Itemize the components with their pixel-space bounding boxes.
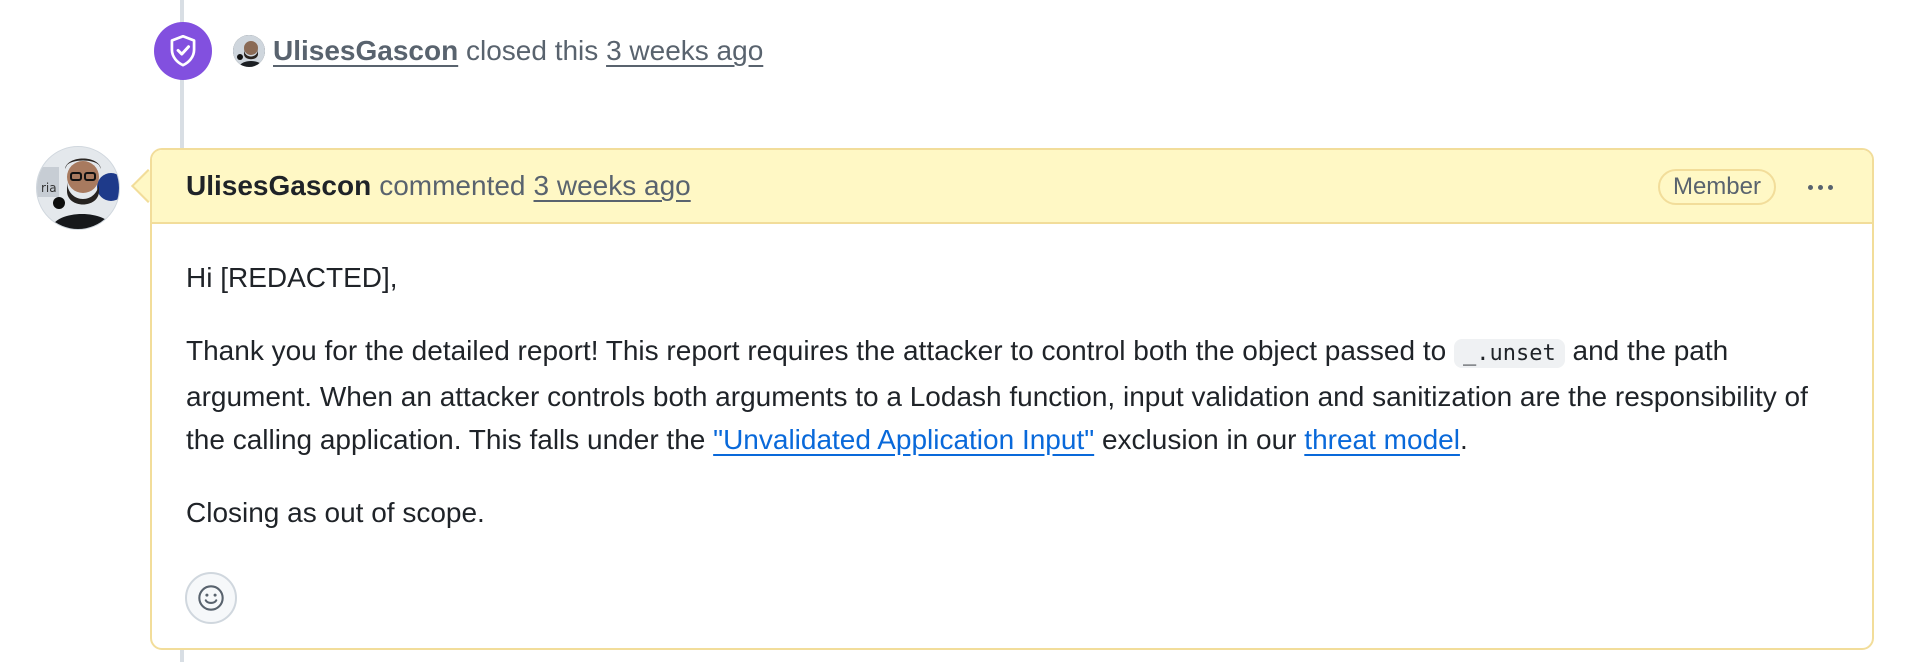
paragraph-text: Thank you for the detailed report! This … bbox=[186, 335, 1447, 366]
closed-event-text: UlisesGascon closed this 3 weeks ago bbox=[273, 35, 763, 67]
comment-card: UlisesGascon commented 3 weeks ago Membe… bbox=[150, 148, 1874, 650]
comment-author-link[interactable]: UlisesGascon bbox=[186, 170, 371, 202]
threat-model-link[interactable]: threat model bbox=[1304, 424, 1460, 455]
kebab-menu-icon[interactable] bbox=[1800, 170, 1840, 204]
comment-header: UlisesGascon commented 3 weeks ago Membe… bbox=[152, 150, 1872, 224]
event-action: closed this bbox=[465, 35, 599, 66]
inline-code: _.unset bbox=[1454, 339, 1565, 368]
paragraph-end: . bbox=[1459, 424, 1468, 455]
role-badge: Member bbox=[1657, 169, 1776, 205]
svg-text:ria: ria bbox=[41, 181, 57, 195]
shield-check-icon bbox=[154, 22, 212, 80]
unvalidated-input-link[interactable]: "Unvalidated Application Input" bbox=[713, 424, 1094, 455]
event-time-link[interactable]: 3 weeks ago bbox=[606, 35, 763, 66]
closed-event: UlisesGascon closed this 3 weeks ago bbox=[154, 22, 763, 80]
avatar[interactable] bbox=[233, 35, 265, 67]
event-author-link[interactable]: UlisesGascon bbox=[273, 35, 458, 66]
comment-time-link[interactable]: 3 weeks ago bbox=[534, 170, 691, 202]
paragraph-text: exclusion in our bbox=[1101, 424, 1297, 455]
comment-action: commented bbox=[379, 170, 526, 201]
comment-closing: Closing as out of scope. bbox=[186, 497, 485, 528]
comment-greeting: Hi [REDACTED], bbox=[186, 262, 398, 293]
comment-body: Hi [REDACTED], Thank you for the detaile… bbox=[152, 224, 1872, 534]
smiley-icon[interactable] bbox=[185, 572, 237, 624]
comment-paragraph: Thank you for the detailed report! This … bbox=[186, 329, 1838, 461]
comment-author-avatar[interactable]: ria bbox=[36, 146, 120, 230]
